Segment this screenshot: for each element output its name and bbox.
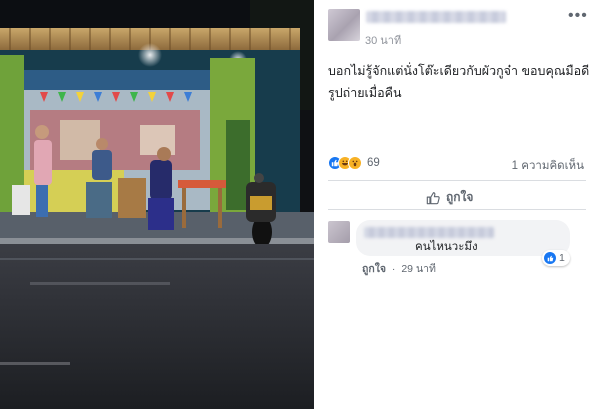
comment-reaction-count: 1 (559, 252, 565, 264)
comment-reaction-badge[interactable]: 1 (542, 250, 570, 266)
divider (328, 209, 586, 210)
post-timestamp[interactable]: 30 นาที (365, 31, 401, 49)
street-scene-image (0, 0, 314, 409)
more-options-button[interactable]: ••• (568, 7, 588, 24)
divider (328, 180, 586, 181)
author-name-blurred[interactable] (366, 11, 506, 23)
separator: · (391, 263, 396, 275)
author-avatar[interactable] (328, 9, 360, 41)
thumbs-up-icon (426, 191, 440, 204)
reaction-summary[interactable]: 69 (328, 155, 380, 171)
comment-like-link[interactable]: ถูกใจ (362, 263, 386, 275)
comment-count-link[interactable]: 1 ความคิดเห็น (512, 157, 584, 175)
like-button[interactable]: ถูกใจ (426, 188, 473, 207)
post-text: บอกไม่รู้จักแต่นั่งโต๊ะเดียวกับผัวกูจ๋า … (328, 64, 590, 100)
comment-actions: ถูกใจ · 29 นาที (362, 260, 436, 277)
reaction-count: 69 (367, 157, 380, 169)
more-horizontal-icon: ••• (568, 7, 588, 24)
comment-text: คนไหนวะมึง (415, 241, 478, 253)
post-photo[interactable] (0, 0, 314, 409)
like-icon (544, 252, 556, 264)
commenter-avatar[interactable] (328, 221, 350, 243)
comment-timestamp[interactable]: 29 นาที (401, 263, 436, 275)
commenter-name-blurred[interactable] (364, 227, 494, 238)
like-button-label: ถูกใจ (446, 190, 474, 204)
wow-icon (348, 156, 362, 170)
